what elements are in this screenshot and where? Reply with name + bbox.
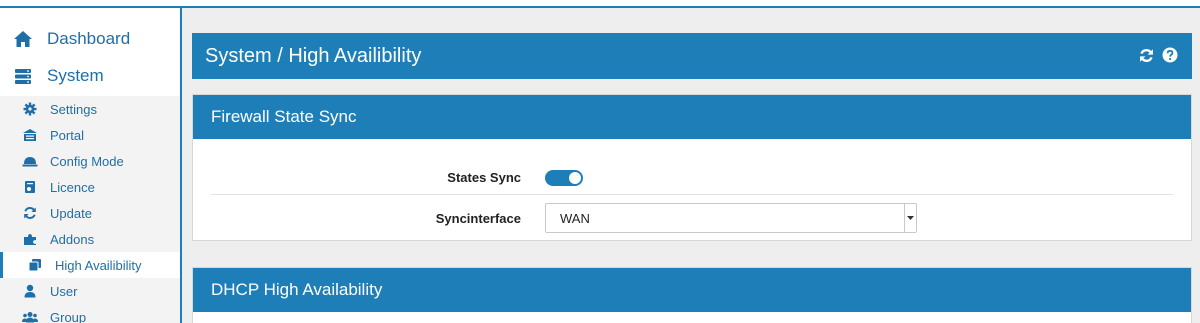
sidebar-item-label: Group — [50, 309, 87, 323]
server-icon — [12, 65, 34, 87]
panel-title: DHCP High Availability — [193, 268, 1191, 312]
sidebar-item-label: Update — [50, 205, 92, 221]
sidebar-item-system[interactable]: System — [0, 57, 180, 94]
portal-icon — [22, 127, 38, 143]
page-title: System / High Availibility — [205, 44, 422, 67]
sidebar-item-label: Config Mode — [50, 153, 124, 169]
sidebar-item-dashboard[interactable]: Dashboard — [0, 20, 180, 57]
header-actions — [1138, 47, 1178, 63]
group-icon — [22, 309, 38, 323]
sidebar-item-label: High Availibility — [55, 257, 142, 273]
panel-title: Firewall State Sync — [193, 95, 1191, 139]
config-mode-icon — [22, 153, 38, 169]
toggle-knob — [569, 171, 581, 184]
states-sync-row: States Sync — [211, 161, 1173, 195]
top-border — [0, 0, 1200, 8]
sidebar-item-config-mode[interactable]: Config Mode — [0, 148, 180, 174]
copy-icon — [27, 257, 43, 273]
help-icon[interactable] — [1162, 47, 1178, 63]
puzzle-icon — [22, 231, 38, 247]
sidebar-item-label: User — [50, 283, 78, 299]
sidebar-item-group[interactable]: Group — [0, 304, 180, 323]
sidebar-item-user[interactable]: User — [0, 278, 180, 304]
chevron-down-icon — [904, 204, 916, 232]
sidebar-item-portal[interactable]: Portal — [0, 122, 180, 148]
sidebar-item-settings[interactable]: Settings — [0, 96, 180, 122]
home-icon — [12, 28, 34, 50]
sidebar-item-licence[interactable]: Licence — [0, 174, 180, 200]
states-sync-toggle[interactable] — [545, 169, 583, 186]
syncinterface-row: Syncinterface WAN — [211, 201, 1173, 235]
licence-icon — [22, 179, 38, 195]
refresh-icon — [22, 205, 38, 221]
cog-icon — [22, 101, 38, 117]
firewall-state-sync-panel: Firewall State Sync States Sync Syncinte… — [192, 94, 1192, 241]
refresh-icon[interactable] — [1138, 47, 1154, 63]
sidebar-item-label: Addons — [50, 231, 95, 247]
syncinterface-value: WAN — [560, 210, 590, 226]
sidebar: Dashboard System Settings Portal Config … — [0, 8, 182, 323]
sidebar-item-label: Portal — [50, 127, 84, 143]
syncinterface-select[interactable]: WAN — [545, 203, 917, 233]
system-submenu: Settings Portal Config Mode Licence Upda… — [0, 96, 180, 323]
sidebar-item-high-availibility[interactable]: High Availibility — [0, 252, 180, 278]
sidebar-item-label: Licence — [50, 179, 95, 195]
sidebar-item-addons[interactable]: Addons — [0, 226, 180, 252]
dhcp-high-availability-panel: DHCP High Availability — [192, 267, 1192, 323]
sidebar-item-label: Settings — [50, 101, 97, 117]
states-sync-label: States Sync — [447, 170, 521, 185]
syncinterface-label: Syncinterface — [435, 210, 521, 226]
page-header: System / High Availibility — [192, 33, 1192, 79]
sidebar-item-label: System — [47, 65, 104, 85]
user-icon — [22, 283, 38, 299]
sidebar-item-label: Dashboard — [47, 28, 131, 48]
sidebar-item-update[interactable]: Update — [0, 200, 180, 226]
